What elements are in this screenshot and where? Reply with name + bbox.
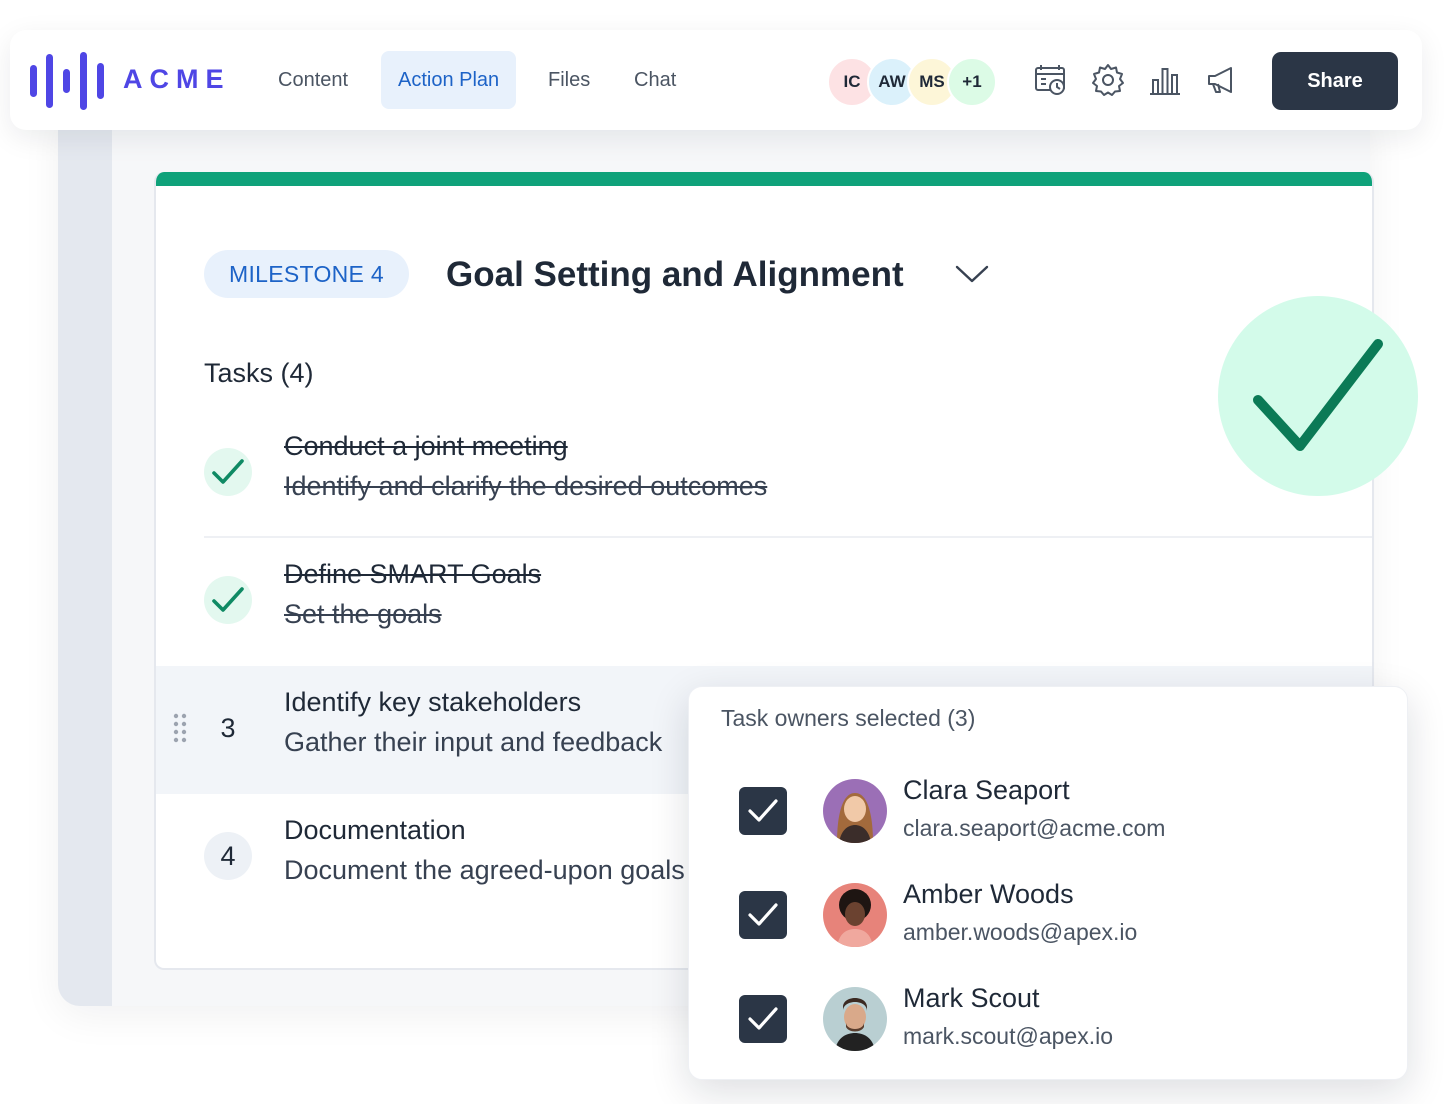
avatar: [823, 779, 887, 843]
task-subtitle: Identify and clarify the desired outcome…: [284, 471, 768, 501]
left-sidebar: [58, 100, 112, 1006]
megaphone-icon[interactable]: [1204, 62, 1240, 98]
task-owners-popover: Task owners selected (3) Clara Seaport c…: [688, 686, 1408, 1080]
owner-name: Amber Woods: [903, 879, 1074, 909]
milestone-accent-bar: [156, 172, 1372, 186]
milestone-badge: MILESTONE 4: [204, 250, 409, 298]
tasks-heading: Tasks (4): [204, 358, 314, 388]
checkmark-icon: [748, 1007, 778, 1030]
owner-row[interactable]: Mark Scout mark.scout@apex.io: [689, 983, 1407, 1055]
nav-tab-files[interactable]: Files: [531, 51, 607, 109]
owner-email: mark.scout@apex.io: [903, 1023, 1113, 1049]
owner-name: Clara Seaport: [903, 775, 1070, 805]
owner-email: clara.seaport@acme.com: [903, 815, 1166, 841]
task-complete-check-icon[interactable]: [204, 576, 252, 624]
owner-row[interactable]: Amber Woods amber.woods@apex.io: [689, 879, 1407, 951]
task-subtitle: Gather their input and feedback: [284, 727, 663, 757]
more-collaborators-chip[interactable]: +1: [947, 57, 997, 107]
owners-heading: Task owners selected (3): [721, 705, 976, 731]
task-title: Define SMART Goals: [284, 559, 542, 589]
task-subtitle: Set the goals: [284, 599, 442, 629]
owner-checkbox[interactable]: [739, 995, 787, 1043]
task-title: Documentation: [284, 815, 466, 845]
brand-name: ACME: [123, 64, 231, 94]
owner-email: amber.woods@apex.io: [903, 919, 1138, 945]
task-number: 4: [204, 832, 252, 880]
owner-row[interactable]: Clara Seaport clara.seaport@acme.com: [689, 775, 1407, 847]
avatar: [823, 987, 887, 1051]
milestone-complete-badge: [1218, 296, 1418, 496]
nav-tab-action-plan[interactable]: Action Plan: [381, 51, 517, 109]
owner-name: Mark Scout: [903, 983, 1040, 1013]
avatar: [823, 883, 887, 947]
share-button[interactable]: Share: [1272, 52, 1398, 110]
nav-tab-content[interactable]: Content: [261, 51, 365, 109]
drag-handle-icon[interactable]: [172, 712, 188, 744]
task-number: 3: [220, 712, 236, 743]
calendar-clock-icon[interactable]: [1033, 62, 1069, 98]
task-row[interactable]: Define SMART Goals Set the goals: [156, 538, 1372, 666]
chevron-down-icon[interactable]: [954, 262, 990, 286]
task-title: Identify key stakeholders: [284, 687, 582, 717]
acme-logo-icon: [30, 52, 104, 110]
milestone-title: Goal Setting and Alignment: [446, 255, 904, 294]
bar-chart-icon[interactable]: [1147, 62, 1183, 98]
gear-icon[interactable]: [1090, 62, 1126, 98]
owner-checkbox[interactable]: [739, 787, 787, 835]
owner-checkbox[interactable]: [739, 891, 787, 939]
nav-tab-chat[interactable]: Chat: [617, 51, 693, 109]
large-checkmark-icon: [1253, 339, 1383, 451]
task-complete-check-icon[interactable]: [204, 448, 252, 496]
task-subtitle: Document the agreed-upon goals: [284, 855, 685, 885]
task-title: Conduct a joint meeting: [284, 431, 568, 461]
task-row[interactable]: Conduct a joint meeting Identify and cla…: [156, 410, 1372, 538]
checkmark-icon: [748, 799, 778, 822]
checkmark-icon: [748, 903, 778, 926]
